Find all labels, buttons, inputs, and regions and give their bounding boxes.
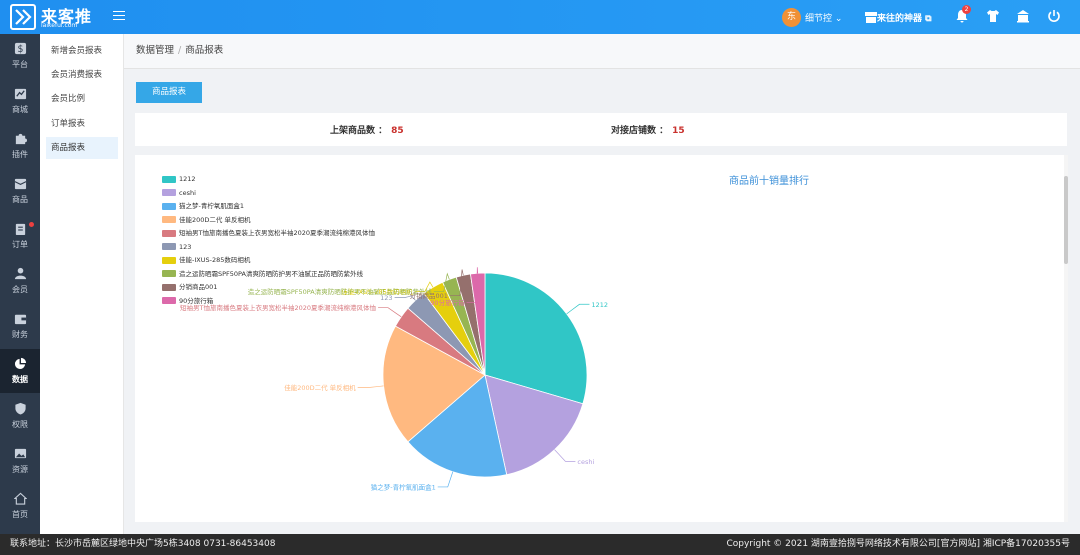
sidebar-item-products[interactable]: 商品 [0,169,40,213]
sidebar-item-platform[interactable]: $ 平台 [0,34,40,78]
svg-text:$: $ [17,44,23,55]
wallet-icon [14,314,26,325]
user-icon [14,267,26,280]
stat-listed-products: 上架商品数 ： 85 [330,123,404,136]
logo-icon [10,4,36,30]
shop-icon [14,88,26,100]
logo-subtitle: laikefui.com [41,22,78,29]
footer-address: 联系地址：长沙市岳麓区绿地中央广场5栋3408 0731-86453408 [10,539,276,549]
scrollbar-thumb[interactable] [1064,176,1068,264]
order-alert-dot [29,222,34,227]
stats-bar: 上架商品数 ： 85 对接店铺数 ： 15 [135,113,1067,146]
shop-name: 来往的神器 [877,14,926,24]
sidebar-item-home[interactable]: 首页 [0,484,40,528]
subnav-item-member-consumption-report[interactable]: 会员消费报表 [46,64,118,86]
puzzle-icon [15,133,27,145]
avatar[interactable]: 东 [782,8,801,27]
dollar-icon: $ [14,42,26,55]
sidebar-item-label: 首页 [12,510,28,519]
sidebar-item-label: 资源 [12,465,28,474]
user-menu[interactable]: 细节控 ⌄ [805,11,842,24]
subnav-item-member-ratio[interactable]: 会员比例 [46,88,118,110]
stat-connected-stores: 对接店铺数 ： 15 [611,123,685,136]
breadcrumb-separator: / [178,45,182,56]
sidebar-item-permissions[interactable]: 权限 [0,394,40,438]
sidebar-item-label: 平台 [12,60,28,69]
stat-stores-label: 对接店铺数 ： [611,126,669,136]
home-icon [12,492,28,505]
chart-card: 商品前十销量排行 1212 ceshi 猫之梦-青柠氧肌面盒1 佳能200D二代 单反… [135,155,1067,522]
subnav-item-order-report[interactable]: 订单报表 [46,113,118,135]
pie-slice-label: 猫之梦-青柠氧肌面盒1 [371,482,436,491]
sidebar: $ 平台 商城 插件 商品 订单 会员 财务 数据 权限 资源 首页 [0,34,40,534]
breadcrumb: 数据管理 / 商品报表 [124,34,1080,69]
sidebar-item-plugins[interactable]: 插件 [0,124,40,168]
tab-product-report[interactable]: 商品报表 [136,82,202,103]
footer-copyright: Copyright © 2021 湖南壹拾捌号网络技术有限公司[官方网站] 湘I… [726,539,1070,549]
sidebar-item-label: 商城 [12,105,28,114]
sidebar-item-mall[interactable]: 商城 [0,79,40,123]
pie-slice-label: 短袖男T恤旅南播色夏装上衣男宽松半袖2020夏季潮流纯棉港风体恤 [180,303,377,312]
building-icon[interactable] [1016,9,1030,23]
menu-toggle-icon[interactable] [113,11,125,21]
box-icon [14,178,26,190]
footer: 联系地址：长沙市岳麓区绿地中央广场5栋3408 0731-86453408 Co… [0,534,1080,555]
subnav-item-new-member-report[interactable]: 新增会员报表 [46,40,118,62]
top-bar: 来客推 laikefui.com 东 细节控 ⌄ 来往的神器 ⧉ 2 [0,0,1080,34]
shield-icon [14,402,26,415]
sidebar-item-label: 订单 [12,240,28,249]
pie-label-line [554,449,576,462]
sidebar-item-label: 权限 [12,420,28,429]
sidebar-item-label: 插件 [12,150,28,159]
notification-badge: 2 [962,5,971,14]
sidebar-item-label: 会员 [12,285,28,294]
pie-label-line [437,471,454,488]
sidebar-item-members[interactable]: 会员 [0,259,40,303]
pie-slice-label: 造之运防晒霜SPF50PA清爽防晒防护男不油腻正品防晒防紫外线 [248,287,433,296]
pie-label-line [566,303,590,315]
pie-chart-icon [14,357,26,370]
breadcrumb-current: 商品报表 [185,45,224,56]
shop-switch[interactable]: 来往的神器 ⧉ [877,11,932,24]
sidebar-item-finance[interactable]: 财务 [0,304,40,348]
pie-label-line [357,385,384,388]
image-icon [14,448,26,459]
pie-slice-label: 90分旅行箱 [430,298,465,307]
sub-navigation: 新增会员报表 会员消费报表 会员比例 订单报表 商品报表 [40,34,124,534]
clipboard-icon [15,223,25,235]
user-name: 细节控 [805,14,835,24]
pie-slice-label: 佳能200D二代 单反相机 [284,383,356,392]
power-icon[interactable] [1047,9,1061,23]
sidebar-item-label: 财务 [12,330,28,339]
sidebar-item-data[interactable]: 数据 [0,349,40,393]
sidebar-item-orders[interactable]: 订单 [0,214,40,258]
stat-listed-value: 85 [391,126,404,136]
store-icon [864,10,877,24]
sidebar-item-label: 商品 [12,195,28,204]
stat-stores-value: 15 [672,126,685,136]
pie-chart: 1212 ceshi 猫之梦-青柠氧肌面盒1 佳能200D二代 单反相机 短袖男T恤旅南… [180,267,608,491]
pie-slice-label: 1212 [591,301,608,309]
pie-label-line [378,307,402,318]
shirt-icon[interactable] [986,9,1000,23]
subnav-item-product-report[interactable]: 商品报表 [46,137,118,159]
sidebar-item-resources[interactable]: 资源 [0,439,40,483]
pie-slice-label: ceshi [577,458,594,466]
sidebar-item-label: 数据 [12,375,28,384]
breadcrumb-parent[interactable]: 数据管理 [136,45,174,56]
stat-listed-label: 上架商品数 ： [330,126,388,136]
